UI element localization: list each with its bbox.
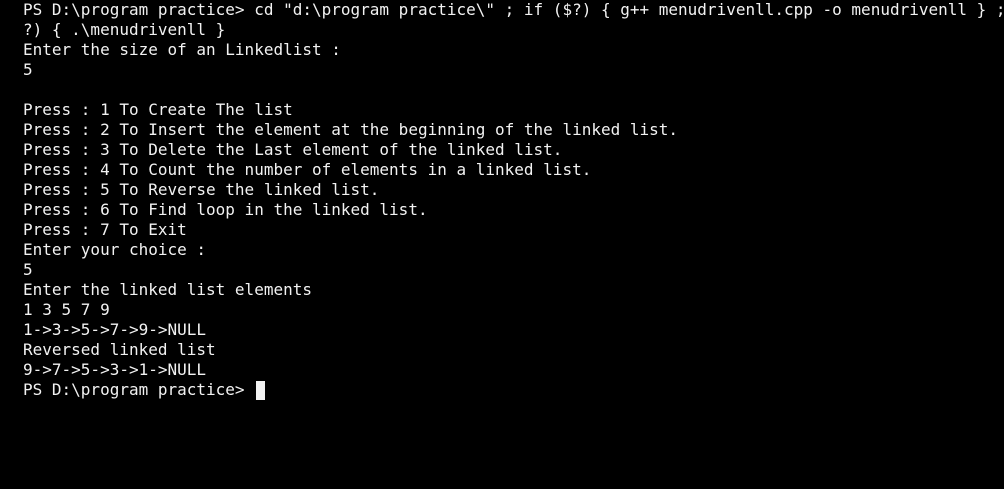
command-line-continuation: ?) { .\menudrivenll } <box>23 20 226 39</box>
output-line: Enter the linked list elements <box>23 280 312 299</box>
output-line: 5 <box>23 260 33 279</box>
prompt-line[interactable]: PS D:\program practice> <box>23 380 1004 400</box>
menu-line: Press : 1 To Create The list <box>23 100 293 119</box>
menu-line: Press : 6 To Find loop in the linked lis… <box>23 200 428 219</box>
output-line: 1->3->5->7->9->NULL <box>23 320 207 339</box>
text-cursor <box>256 381 266 400</box>
menu-line: Press : 5 To Reverse the linked list. <box>23 180 380 199</box>
menu-line: Press : 2 To Insert the element at the b… <box>23 120 679 139</box>
menu-line: Press : 3 To Delete the Last element of … <box>23 140 563 159</box>
output-line: Enter your choice : <box>23 240 207 259</box>
output-line: 5 <box>23 60 33 79</box>
output-line: 9->7->5->3->1->NULL <box>23 360 207 379</box>
command-line: PS D:\program practice> cd "d:\program p… <box>23 0 1004 19</box>
terminal-window[interactable]: PS D:\program practice> cd "d:\program p… <box>0 0 1004 489</box>
menu-line: Press : 4 To Count the number of element… <box>23 160 592 179</box>
menu-line: Press : 7 To Exit <box>23 220 187 239</box>
shell-prompt: PS D:\program practice> <box>23 380 255 399</box>
output-line: 1 3 5 7 9 <box>23 300 110 319</box>
output-line: Enter the size of an Linkedlist : <box>23 40 341 59</box>
output-line: Reversed linked list <box>23 340 216 359</box>
